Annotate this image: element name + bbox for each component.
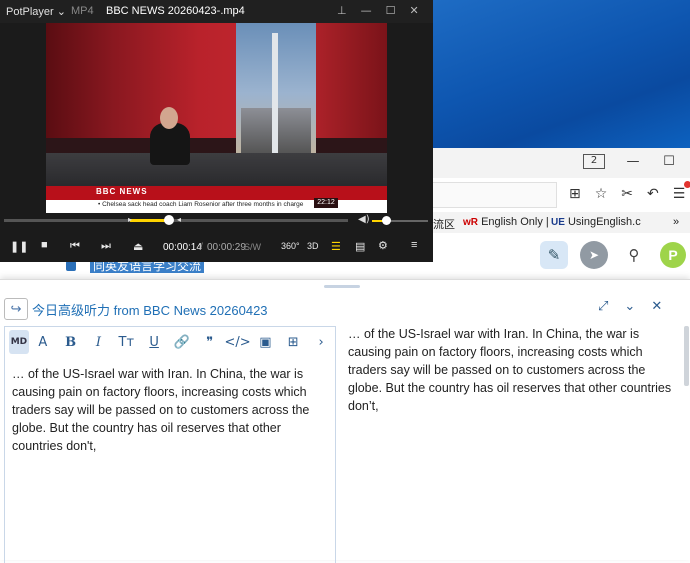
- preview-pane: … of the US-Israel war with Iran. In Chi…: [348, 327, 672, 413]
- reply-share-icon[interactable]: ↪: [4, 298, 28, 320]
- sw-badge[interactable]: S/W: [244, 242, 261, 252]
- ticker-headline: • Chelsea sack head coach Liam Rosenior …: [98, 201, 304, 208]
- code-icon[interactable]: </>: [224, 330, 252, 354]
- maximize-icon[interactable]: ☐: [661, 154, 677, 169]
- stop-icon[interactable]: ■: [41, 239, 48, 251]
- player-window-buttons: ⊥ — ☐ ✕: [337, 4, 419, 17]
- bookmarks-bar: 流区 wR English Only | UE UsingEnglish.c »: [433, 212, 690, 234]
- video-frame[interactable]: BBC NEWS • Chelsea sack head coach Liam …: [46, 23, 387, 213]
- editor-toolbar: MD A B I Tт U 🔗 ❞ </> ▣ ⊞ ›: [5, 327, 335, 357]
- bold-icon[interactable]: B: [57, 330, 85, 354]
- tv-tower: [272, 33, 278, 158]
- telegram-icon[interactable]: ➤: [580, 241, 608, 269]
- italic-icon[interactable]: I: [85, 330, 113, 354]
- minimize-icon[interactable]: —: [361, 4, 372, 17]
- link-icon[interactable]: 🔗: [168, 330, 196, 354]
- eject-icon[interactable]: ⏏: [133, 240, 143, 253]
- bbc-news-logo: BBC NEWS: [96, 187, 148, 196]
- edit-pencil-icon[interactable]: ✎: [540, 241, 568, 269]
- bookmark-item-usingenglish[interactable]: UE UsingEnglish.c: [551, 216, 641, 228]
- font-size-icon[interactable]: A: [29, 330, 57, 354]
- address-row: ⊞ ☆ ✂ ↶ ☰: [431, 178, 690, 212]
- tab-count-badge[interactable]: 2: [583, 154, 605, 169]
- image-icon[interactable]: ▣: [252, 330, 280, 354]
- subtitle-search-icon[interactable]: ☰: [331, 240, 341, 253]
- pause-icon[interactable]: ❚❚: [10, 240, 28, 253]
- composer-resize-grip[interactable]: [324, 285, 360, 288]
- seek-bar[interactable]: [4, 219, 348, 222]
- ab-start-marker-icon[interactable]: ▸: [128, 215, 132, 224]
- header-icons: ✎ ➤ ⚲ P: [540, 241, 686, 269]
- undo-icon[interactable]: ↶: [647, 186, 659, 202]
- fullscreen-icon[interactable]: ⤢: [598, 299, 608, 314]
- news-anchor-head: [160, 107, 178, 129]
- bookmark-star-icon[interactable]: ☆: [595, 186, 608, 202]
- time-current: 00:00:14: [163, 242, 202, 253]
- scissors-icon[interactable]: ✂: [621, 186, 633, 202]
- bookmarks-overflow-icon[interactable]: »: [673, 216, 679, 228]
- window-controls: 2 — ☐ ✕: [583, 154, 690, 169]
- minimize-icon[interactable]: —: [625, 154, 641, 169]
- 360-toggle[interactable]: 360°: [281, 241, 300, 251]
- previous-icon[interactable]: ⏮: [70, 240, 80, 253]
- site-logo-icon: [66, 261, 76, 271]
- address-bar[interactable]: [431, 182, 557, 208]
- underline-icon[interactable]: U: [140, 330, 168, 354]
- editor-textarea[interactable]: … of the US-Israel war with Iran. In Chi…: [12, 365, 330, 455]
- table-icon[interactable]: ⊞: [279, 330, 307, 354]
- menu-icon[interactable]: ☰: [673, 186, 686, 202]
- time-total: 00:00:29: [207, 242, 246, 253]
- player-brand-menu[interactable]: PotPlayer ⌄: [6, 5, 66, 18]
- bookmark-item-english-only[interactable]: wR English Only |: [463, 216, 549, 228]
- search-icon[interactable]: ⚲: [620, 241, 648, 269]
- news-anchor: [150, 123, 190, 165]
- collapse-icon[interactable]: ⌄: [624, 299, 635, 314]
- seek-handle[interactable]: [164, 215, 175, 225]
- potplayer-window: PotPlayer ⌄ MP4 BBC NEWS 20260423-.mp4 ⊥…: [0, 0, 433, 262]
- browser-toolbar-icons: ⊞ ☆ ✂ ↶ ☰: [569, 186, 685, 202]
- composer-title[interactable]: 今日高级听力 from BBC News 20260423: [32, 300, 268, 319]
- 3d-toggle[interactable]: 3D: [307, 241, 319, 251]
- notification-dot-icon: [684, 181, 690, 188]
- avatar[interactable]: P: [660, 242, 686, 268]
- studio-backdrop: [46, 23, 387, 138]
- bookmark-item[interactable]: 流区: [433, 216, 455, 232]
- heading-icon[interactable]: Tт: [112, 330, 140, 354]
- preview-scrollbar[interactable]: [684, 326, 689, 386]
- close-icon[interactable]: ✕: [409, 4, 418, 17]
- time-separator: /: [200, 242, 203, 253]
- desktop-background: [433, 0, 690, 150]
- apps-grid-icon[interactable]: ⊞: [569, 186, 581, 202]
- markdown-toggle-icon[interactable]: MD: [9, 330, 29, 354]
- pin-icon[interactable]: ⊥: [337, 4, 347, 17]
- maximize-icon[interactable]: ☐: [386, 4, 396, 17]
- ticker-clock: 22:12: [314, 198, 338, 208]
- file-name: BBC NEWS 20260423-.mp4: [106, 5, 245, 17]
- settings-gear-icon[interactable]: ⚙: [378, 239, 388, 252]
- close-composer-icon[interactable]: ✕: [651, 299, 662, 314]
- composer-controls: ⤢ ⌄ ✕: [598, 299, 662, 314]
- chevron-right-icon[interactable]: ›: [307, 330, 335, 354]
- volume-icon[interactable]: ◀): [358, 214, 370, 225]
- editor-pane[interactable]: MD A B I Tт U 🔗 ❞ </> ▣ ⊞ › … of the US-…: [4, 326, 336, 563]
- player-titlebar: PotPlayer ⌄ MP4 BBC NEWS 20260423-.mp4 ⊥…: [0, 0, 433, 23]
- reply-composer: ↪ 今日高级听力 from BBC News 20260423 ⤢ ⌄ ✕ MD…: [0, 279, 690, 563]
- main-menu-icon[interactable]: ≡: [411, 239, 417, 251]
- volume-handle[interactable]: [382, 216, 391, 225]
- format-label: MP4: [71, 5, 94, 17]
- next-icon[interactable]: ⏭: [101, 240, 111, 253]
- playlist-icon[interactable]: ▤: [355, 240, 365, 253]
- ab-end-marker-icon[interactable]: ◂: [177, 215, 181, 224]
- quote-icon[interactable]: ❞: [196, 330, 224, 354]
